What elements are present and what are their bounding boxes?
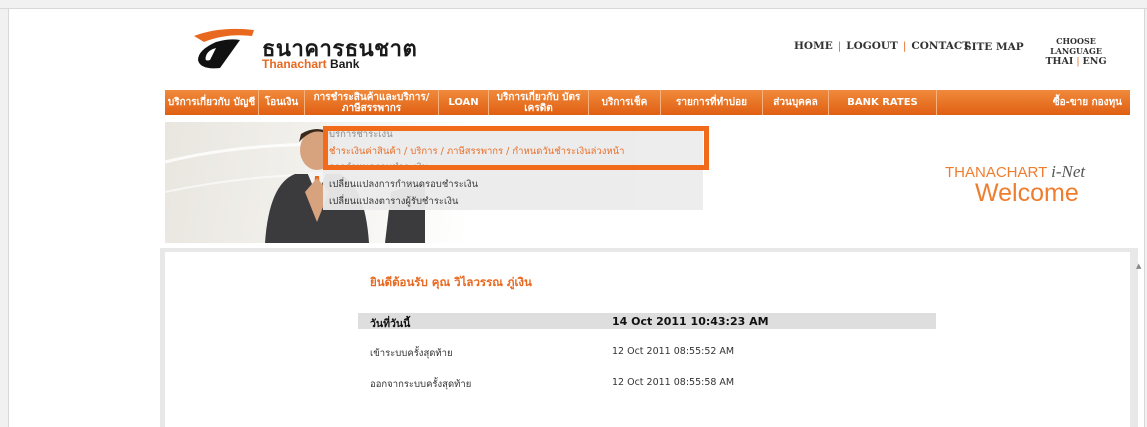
nav-item-transfer[interactable]: โอนเงิน xyxy=(259,90,305,115)
bank-name-en-part2: Bank xyxy=(330,57,360,71)
thanachart-logo-icon[interactable] xyxy=(190,26,256,70)
contact-link[interactable]: CONTACT xyxy=(911,40,970,52)
table-row: เข้าระบบครั้งสุดท้าย 12 Oct 2011 08:55:5… xyxy=(358,344,936,360)
submenu-item-change-cycle[interactable]: เปลี่ยนแปลงการกำหนดรอบชำระเงิน xyxy=(329,177,478,192)
row-label: วันที่วันนี้ xyxy=(370,318,411,330)
banner: บริการชำระเงิน ชำระเงินค่าสินค้า / บริกา… xyxy=(165,122,1130,243)
divider: | xyxy=(837,40,842,52)
row-spacer xyxy=(358,329,936,344)
nav-item-personal[interactable]: ส่วนบุคคล xyxy=(763,90,829,115)
home-link[interactable]: HOME xyxy=(794,40,833,52)
submenu-item-change-payee[interactable]: เปลี่ยนแปลงตารางผู้รับชำระเงิน xyxy=(329,194,458,209)
language-chooser: CHOOSE LANGUAGE THAI | ENG xyxy=(1031,36,1121,68)
bank-name-en-part1: Thanachart xyxy=(262,57,327,71)
lang-eng-link[interactable]: ENG xyxy=(1083,56,1107,67)
nav-item-cheque[interactable]: บริการเช็ค xyxy=(589,90,661,115)
lang-thai-link[interactable]: THAI xyxy=(1045,56,1073,67)
frame-border xyxy=(1144,8,1145,427)
nav-item-bank-rates[interactable]: BANK RATES xyxy=(829,90,937,115)
main-nav: บริการเกี่ยวกับ บัญชี โอนเงิน การชำระสิน… xyxy=(165,90,1130,115)
row-value: 14 Oct 2011 10:43:23 AM xyxy=(612,315,769,328)
nav-item-funds[interactable]: ซื้อ-ขาย กองทุน xyxy=(937,90,1130,115)
choose-language-label: CHOOSE LANGUAGE xyxy=(1050,36,1102,56)
row-value: 12 Oct 2011 08:55:58 AM xyxy=(612,377,735,388)
divider: | xyxy=(1076,56,1080,67)
top-links: HOME | LOGOUT | CONTACT xyxy=(794,40,970,52)
nav-item-frequent[interactable]: รายการที่ทำบ่อย xyxy=(661,90,763,115)
row-label: ออกจากระบบครั้งสุดท้าย xyxy=(370,379,472,390)
scroll-up-arrow-icon[interactable]: ▲ xyxy=(1136,262,1141,270)
login-info-table: วันที่วันนี้ 14 Oct 2011 10:43:23 AM เข้… xyxy=(358,313,936,391)
nav-item-credit-card[interactable]: บริการเกี่ยวกับ บัตรเครดิต xyxy=(489,90,589,115)
bank-name-english: Thanachart Bank xyxy=(262,57,359,71)
nav-item-accounts[interactable]: บริการเกี่ยวกับ บัญชี xyxy=(165,90,259,115)
row-spacer xyxy=(358,360,936,375)
welcome-greeting: ยินดีต้อนรับ คุณ วิไลวรรณ ภู่เงิน xyxy=(370,275,532,289)
table-row: วันที่วันนี้ 14 Oct 2011 10:43:23 AM xyxy=(358,313,936,330)
logout-link[interactable]: LOGOUT xyxy=(846,40,898,52)
nav-item-payments[interactable]: การชำระสินค้าและบริการ/ ภาษีสรรพากร xyxy=(305,90,439,115)
highlight-box xyxy=(323,126,709,170)
divider: | xyxy=(902,40,907,52)
nav-item-loan[interactable]: LOAN xyxy=(439,90,489,115)
language-options: THAI | ENG xyxy=(1031,56,1121,68)
row-value: 12 Oct 2011 08:55:52 AM xyxy=(612,346,735,357)
welcome-heading: Welcome xyxy=(975,179,1079,207)
site-map-link[interactable]: SITE MAP xyxy=(964,41,1024,53)
table-row: ออกจากระบบครั้งสุดท้าย 12 Oct 2011 08:55… xyxy=(358,375,936,391)
row-label: เข้าระบบครั้งสุดท้าย xyxy=(370,348,453,359)
